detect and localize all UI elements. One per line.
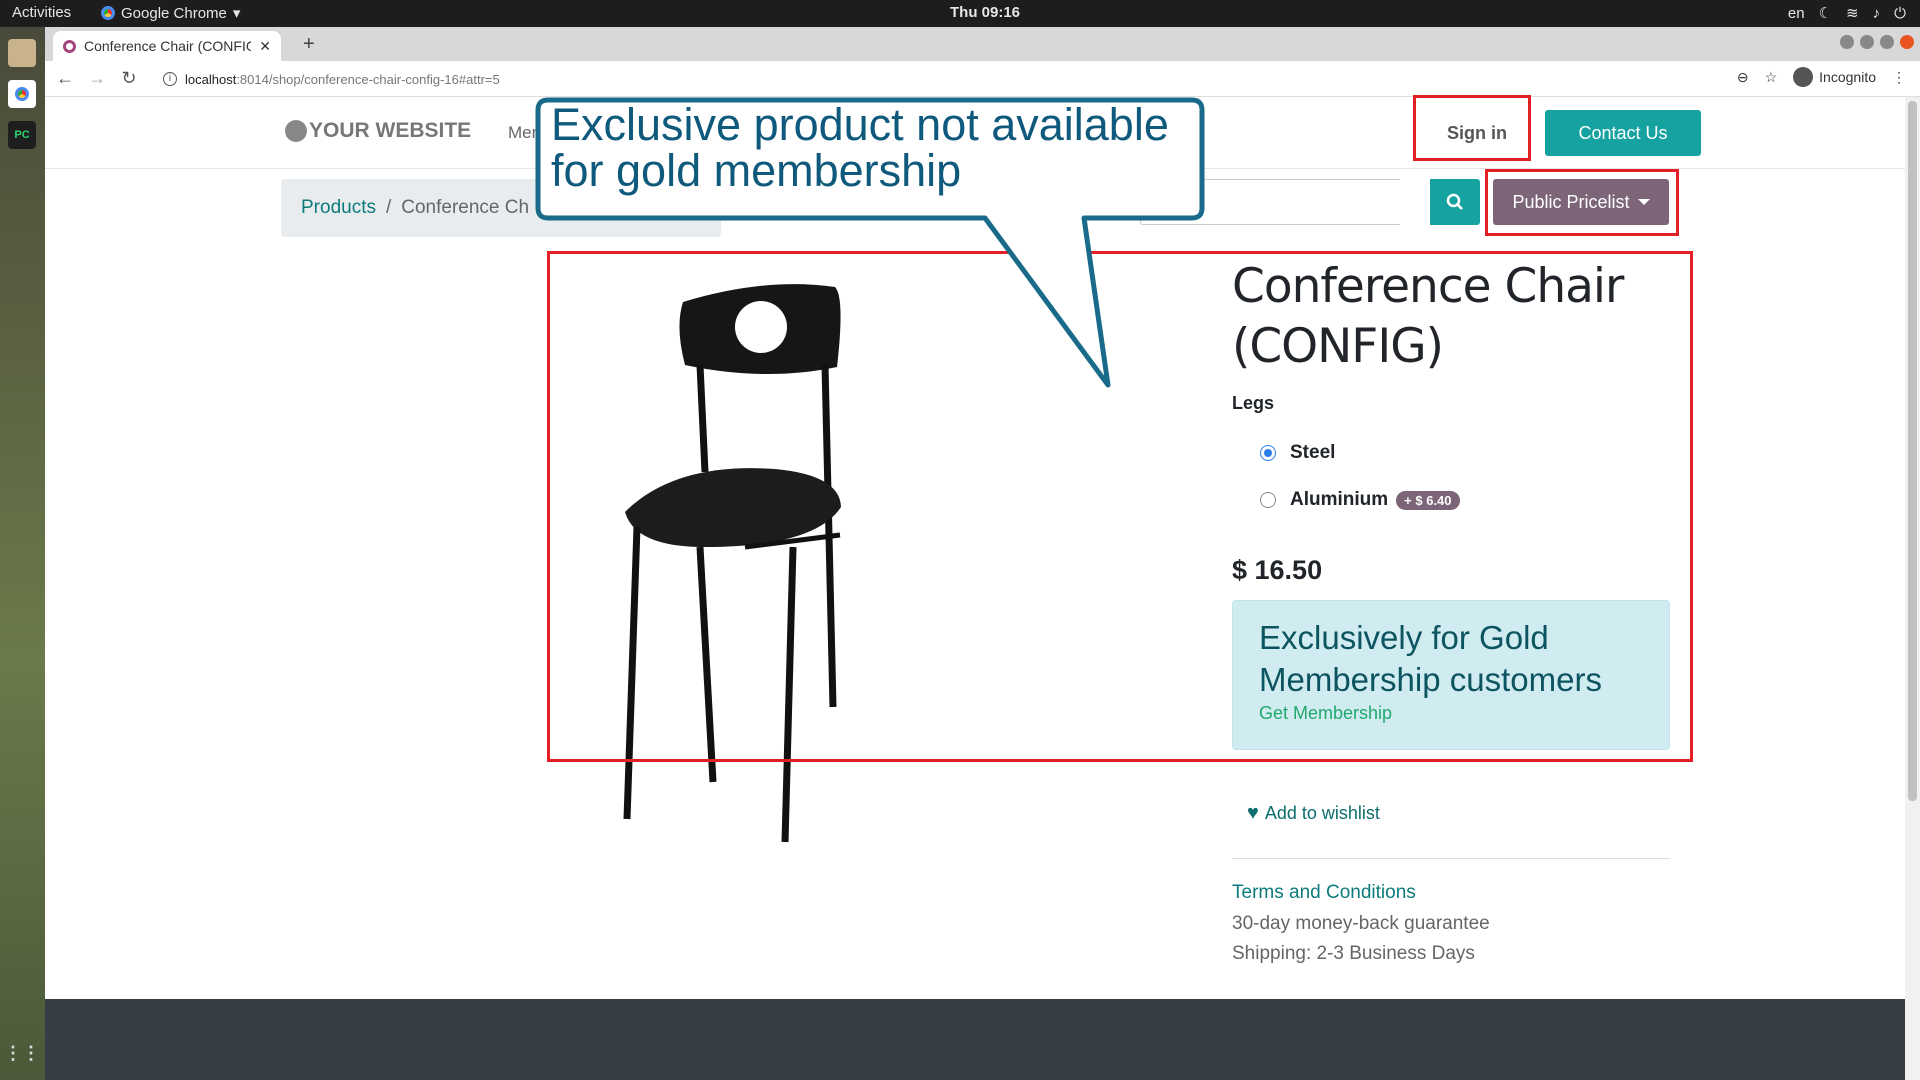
search-button[interactable] <box>1430 179 1480 225</box>
new-tab-button[interactable]: + <box>303 33 315 56</box>
app-menu[interactable]: Google Chrome ▾ <box>101 4 240 22</box>
close-window-button[interactable] <box>1900 35 1914 49</box>
breadcrumb-products-link[interactable]: Products <box>301 197 376 219</box>
url-path: :8014/shop/conference-chair-config-16#at… <box>236 71 500 87</box>
search-icon <box>1446 193 1463 210</box>
scrollbar-thumb[interactable] <box>1908 101 1917 801</box>
add-to-wishlist-button[interactable]: ♥ Add to wishlist <box>1247 802 1380 825</box>
menu-dots-icon[interactable]: ⋮ <box>1892 69 1906 86</box>
zoom-icon[interactable]: ⊖ <box>1737 69 1749 86</box>
back-icon[interactable]: ← <box>49 68 81 89</box>
callout-text: Exclusive product not available for gold… <box>551 99 1169 196</box>
incognito-icon <box>1793 67 1814 87</box>
page-scrollbar[interactable] <box>1905 97 1920 1080</box>
night-light-icon: ☾ <box>1818 5 1833 22</box>
shipping-text: Shipping: 2-3 Business Days <box>1232 943 1475 964</box>
incognito-label: Incognito <box>1819 69 1876 85</box>
guarantee-text: 30-day money-back guarantee <box>1232 913 1490 934</box>
terms-link[interactable]: Terms and Conditions <box>1232 882 1416 904</box>
globe-icon <box>285 120 307 142</box>
window-controls <box>1840 35 1914 49</box>
address-bar[interactable]: i localhost:8014/shop/conference-chair-c… <box>163 65 1793 93</box>
app-name: Google Chrome <box>121 4 227 22</box>
odoo-favicon-icon <box>63 39 76 53</box>
breadcrumb-separator: / <box>385 197 392 218</box>
tab-strip: Conference Chair (CONFIG ✕ + <box>45 27 1920 61</box>
highlight-pricelist <box>1485 169 1679 236</box>
language-indicator[interactable]: en <box>1788 5 1805 22</box>
url-host: localhost <box>185 71 237 87</box>
heart-icon: ♥ <box>1247 802 1259 824</box>
maximize-button[interactable] <box>1880 35 1894 49</box>
tab-title: Conference Chair (CONFIG <box>84 38 252 54</box>
logo-text: YOUR WEBSITE <box>309 119 472 142</box>
chevron-down-icon: ▾ <box>232 5 241 22</box>
browser-tab[interactable]: Conference Chair (CONFIG ✕ <box>53 31 281 61</box>
wifi-icon: ≋ <box>1846 5 1859 22</box>
chrome-icon <box>101 6 115 20</box>
site-logo[interactable]: YOUR WEBSITE <box>285 119 471 143</box>
site-info-icon[interactable]: i <box>163 72 177 86</box>
incognito-indicator[interactable]: Incognito <box>1793 67 1876 87</box>
system-tray[interactable]: en ☾ ≋ ♪ ⏻ <box>1788 4 1906 23</box>
system-top-bar: Activities Google Chrome ▾ Thu 09:16 en … <box>0 0 1920 27</box>
dock: PC ⋮⋮ <box>0 27 45 1080</box>
tab-search-icon[interactable] <box>1840 35 1854 49</box>
breadcrumb-current: Conference Ch <box>401 197 530 218</box>
show-apps-icon[interactable]: ⋮⋮ <box>4 1039 40 1067</box>
clock[interactable]: Thu 09:16 <box>950 4 1020 21</box>
minimize-button[interactable] <box>1860 35 1874 49</box>
chrome-dock-icon[interactable] <box>8 80 36 108</box>
close-tab-icon[interactable]: ✕ <box>259 38 271 55</box>
contact-us-button[interactable]: Contact Us <box>1545 110 1701 156</box>
site-footer <box>45 999 1905 1080</box>
files-icon[interactable] <box>8 39 36 67</box>
divider <box>1232 858 1670 859</box>
pycharm-icon[interactable]: PC <box>8 121 36 149</box>
power-icon: ⏻ <box>1894 4 1906 22</box>
wishlist-label: Add to wishlist <box>1264 803 1380 823</box>
activities-button[interactable]: Activities <box>12 4 71 21</box>
volume-icon: ♪ <box>1872 4 1881 22</box>
forward-icon[interactable]: → <box>81 68 113 89</box>
bookmark-star-icon[interactable]: ☆ <box>1765 69 1778 86</box>
highlight-signin <box>1413 95 1531 161</box>
reload-icon[interactable]: ↻ <box>113 68 145 89</box>
